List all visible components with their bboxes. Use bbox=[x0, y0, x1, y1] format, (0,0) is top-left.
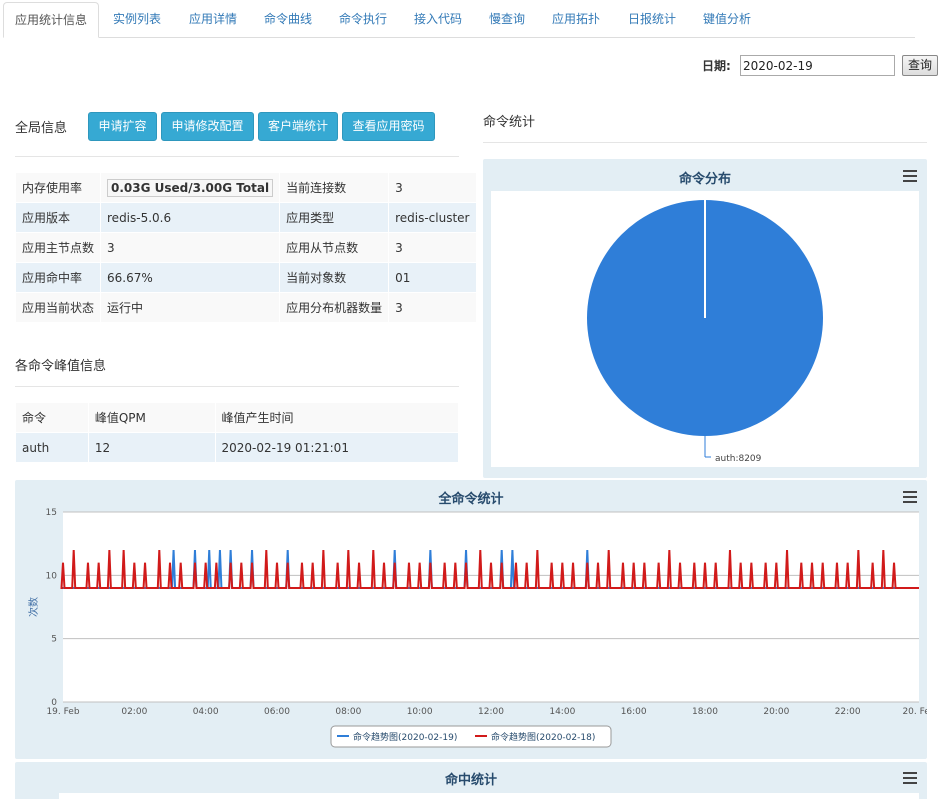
x-tick-label: 02:00 bbox=[121, 707, 147, 717]
chart-menu-icon[interactable] bbox=[903, 772, 917, 784]
table-row: 内存使用率 0.03G Used/3.00G Total 当前连接数 3 bbox=[14, 172, 477, 203]
info-value: 01 bbox=[388, 262, 477, 293]
pie-chart-panel: 命令分布 auth:8209 bbox=[483, 159, 927, 478]
divider bbox=[15, 156, 459, 157]
line-chart: 051015 19. Feb 02:00 04:00 06:00 08:00 10:00 1… bbox=[27, 508, 927, 748]
info-value: 66.67% bbox=[100, 262, 281, 293]
table-cell: auth bbox=[15, 432, 89, 463]
x-tick-label: 14:00 bbox=[549, 707, 575, 717]
info-label: 当前连接数 bbox=[279, 172, 390, 203]
column-header: 峰值产生时间 bbox=[214, 402, 459, 433]
table-cell: 12 bbox=[87, 432, 216, 463]
x-tick-label: 18:00 bbox=[692, 707, 718, 717]
peak-info-table: 命令 峰值QPM 峰值产生时间 auth 12 2020-02-19 01:21:01 bbox=[15, 402, 459, 463]
tab-9[interactable]: 键值分析 bbox=[692, 2, 762, 38]
info-label: 应用当前状态 bbox=[14, 292, 102, 323]
global-info-table: 内存使用率 0.03G Used/3.00G Total 当前连接数 3 应用版本 red… bbox=[14, 172, 477, 323]
x-tick-label: 20:00 bbox=[763, 707, 789, 717]
info-value: redis-5.0.6 bbox=[100, 202, 281, 233]
table-row: 应用主节点数 3 应用从节点数 3 bbox=[14, 232, 477, 263]
line-plot-area bbox=[63, 512, 919, 702]
cmd-stats-title: 命令统计 bbox=[483, 115, 536, 130]
info-value: 3 bbox=[388, 232, 477, 263]
info-label: 应用从节点数 bbox=[279, 232, 390, 263]
y-tick-label: 5 bbox=[51, 635, 57, 645]
global-info-title: 全局信息 bbox=[15, 121, 68, 136]
info-label: 当前对象数 bbox=[279, 262, 390, 293]
legend-item-0218[interactable]: 命令趋势图(2020-02-18) bbox=[491, 731, 595, 743]
info-value: 3 bbox=[100, 232, 281, 263]
table-row: auth 12 2020-02-19 01:21:01 bbox=[15, 432, 459, 463]
table-row: 应用当前状态 运行中 应用分布机器数量 3 bbox=[14, 292, 477, 323]
table-row: 应用版本 redis-5.0.6 应用类型 redis-cluster bbox=[14, 202, 477, 233]
info-label: 应用类型 bbox=[279, 202, 390, 233]
x-tick-label: 10:00 bbox=[407, 707, 433, 717]
info-label: 应用命中率 bbox=[14, 262, 102, 293]
info-label: 应用版本 bbox=[14, 202, 102, 233]
x-tick-label: 20. Feb bbox=[902, 707, 927, 717]
column-header: 峰值QPM bbox=[87, 402, 216, 433]
tab-3[interactable]: 命令曲线 bbox=[253, 2, 323, 38]
pie-chart-title: 命令分布 bbox=[678, 172, 731, 187]
x-tick-label: 06:00 bbox=[264, 707, 290, 717]
column-header: 命令 bbox=[15, 402, 89, 433]
date-input[interactable] bbox=[740, 55, 895, 76]
x-tick-label: 16:00 bbox=[621, 707, 647, 717]
tab-8[interactable]: 日报统计 bbox=[617, 2, 687, 38]
info-label: 应用主节点数 bbox=[14, 232, 102, 263]
x-tick-label: 08:00 bbox=[335, 707, 361, 717]
pie-data-label: auth:8209 bbox=[715, 454, 762, 464]
tab-7[interactable]: 应用拓扑 bbox=[541, 2, 611, 38]
view-password-button[interactable]: 查看应用密码 bbox=[342, 112, 435, 141]
client-stats-button[interactable]: 客户端统计 bbox=[258, 112, 338, 141]
x-tick-label: 12:00 bbox=[478, 707, 504, 717]
info-value: 运行中 bbox=[100, 292, 281, 323]
tab-2[interactable]: 应用详情 bbox=[178, 2, 248, 38]
tab-6[interactable]: 慢查询 bbox=[478, 2, 536, 38]
x-tick-label: 19. Feb bbox=[46, 707, 79, 717]
pie-plot-area: auth:8209 bbox=[491, 191, 919, 467]
memory-usage-value: 0.03G Used/3.00G Total bbox=[107, 178, 274, 197]
tab-bar: 应用统计信息 实例列表 应用详情 命令曲线 命令执行 接入代码 慢查询 应用拓扑 日报统计 键值分… bbox=[3, 0, 915, 38]
date-label: 日期: bbox=[702, 59, 731, 73]
peak-info-title: 各命令峰值信息 bbox=[15, 359, 107, 374]
info-value: 3 bbox=[388, 292, 477, 323]
divider bbox=[483, 142, 927, 143]
tab-0[interactable]: 应用统计信息 bbox=[3, 2, 100, 38]
table-cell: 2020-02-19 01:21:01 bbox=[214, 432, 459, 463]
query-button[interactable]: 查询 bbox=[902, 55, 938, 76]
legend-item-0219[interactable]: 命令趋势图(2020-02-19) bbox=[353, 731, 457, 743]
apply-scale-button[interactable]: 申请扩容 bbox=[88, 112, 157, 141]
hit-chart-title: 命中统计 bbox=[444, 773, 497, 788]
info-label: 内存使用率 bbox=[14, 172, 102, 203]
x-tick-label: 04:00 bbox=[193, 707, 219, 717]
info-value: redis-cluster bbox=[388, 202, 477, 233]
y-tick-label: 15 bbox=[46, 508, 57, 518]
tab-5[interactable]: 接入代码 bbox=[403, 2, 473, 38]
info-value: 0.03G Used/3.00G Total bbox=[100, 172, 281, 203]
hit-plot-area bbox=[59, 793, 919, 799]
tab-1[interactable]: 实例列表 bbox=[102, 2, 172, 38]
y-tick-label: 10 bbox=[46, 571, 58, 581]
line-chart-panel: 全命令统计 0 5 10 15 19. Feb 02:00 04:00 06:00 08:00… bbox=[15, 480, 927, 759]
hit-chart-panel: 命中统计 bbox=[15, 762, 927, 799]
tab-4[interactable]: 命令执行 bbox=[328, 2, 398, 38]
apply-config-button[interactable]: 申请修改配置 bbox=[161, 112, 254, 141]
info-label: 应用分布机器数量 bbox=[279, 292, 390, 323]
pie-chart: auth:8209 bbox=[587, 200, 823, 464]
divider bbox=[15, 386, 459, 387]
info-value: 3 bbox=[388, 172, 477, 203]
chart-menu-icon[interactable] bbox=[903, 170, 917, 182]
y-axis-label: 次数 bbox=[27, 597, 40, 617]
x-tick-label: 22:00 bbox=[835, 707, 861, 717]
table-header-row: 命令 峰值QPM 峰值产生时间 bbox=[15, 402, 459, 433]
chart-legend: 命令趋势图(2020-02-19) 命令趋势图(2020-02-18) bbox=[330, 725, 612, 748]
table-row: 应用命中率 66.67% 当前对象数 01 bbox=[14, 262, 477, 293]
